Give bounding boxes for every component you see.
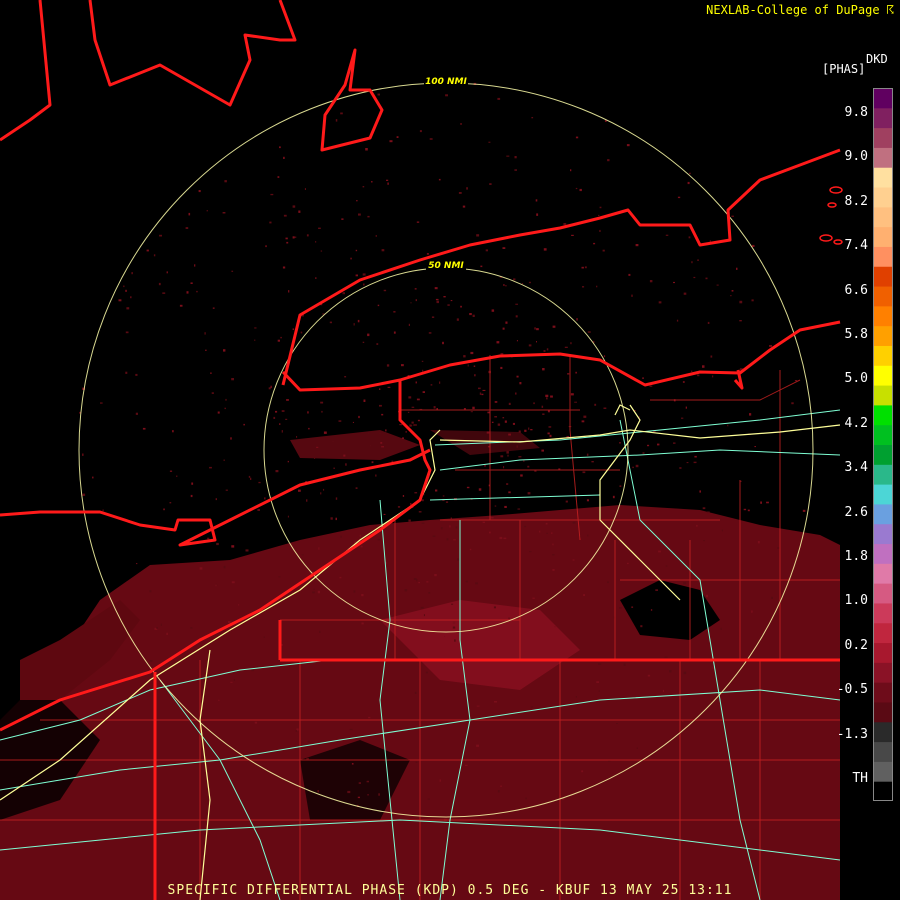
color-scale-swatch	[873, 781, 893, 801]
color-scale-swatch	[873, 484, 893, 505]
color-scale-swatch	[873, 404, 893, 426]
color-scale-swatch	[873, 385, 893, 406]
color-scale-swatch	[873, 88, 893, 109]
color-scale-swatch	[873, 583, 893, 604]
color-scale-swatch	[873, 127, 893, 148]
color-scale-swatch	[873, 365, 893, 386]
color-scale-swatch	[873, 345, 893, 366]
color-scale-swatch	[873, 246, 893, 267]
color-scale-label: 5.8	[844, 327, 868, 342]
color-scale-swatch	[873, 543, 893, 564]
color-scale-swatch	[873, 622, 893, 644]
color-scale-swatch	[873, 563, 893, 584]
color-scale-label: 6.6	[844, 282, 868, 298]
radar-viewer: 50 NMI 100 NMI NEXLAB-College of DuPage …	[0, 0, 900, 900]
lake-ontario-south-shore	[281, 320, 841, 392]
color-scale-swatch	[873, 147, 893, 168]
radar-map[interactable]: 50 NMI 100 NMI	[0, 0, 900, 900]
lake-ontario-north-shore	[281, 148, 841, 386]
color-scale-bar	[873, 88, 893, 801]
color-scale-swatch	[873, 523, 893, 545]
color-scale-swatch	[873, 187, 893, 208]
color-scale-swatch	[873, 503, 893, 525]
color-scale-label: 3.4	[844, 460, 868, 476]
color-scale-label: 4.2	[844, 415, 868, 431]
color-scale-label: 2.6	[844, 504, 868, 520]
credit-label: NEXLAB-College of DuPage ☈	[706, 3, 894, 17]
color-scale-label: 9.8	[844, 105, 868, 120]
color-scale-label: 5.0	[844, 371, 868, 387]
color-scale-label: -0.5	[836, 682, 868, 698]
color-scale-swatch	[873, 325, 893, 346]
color-scale-swatch	[873, 701, 893, 723]
canada-inland-2	[88, 0, 297, 107]
color-scale-label: 7.4	[844, 238, 868, 254]
color-scale-swatch	[873, 226, 893, 247]
units-label: [PHAS]	[822, 62, 866, 76]
color-scale-swatch	[873, 444, 893, 465]
color-scale-label: 1.8	[844, 549, 868, 564]
product-caption: SPECIFIC DIFFERENTIAL PHASE (KDP) 0.5 DE…	[167, 883, 733, 898]
color-scale-label: TH	[852, 771, 868, 786]
color-scale-swatch	[873, 602, 893, 624]
color-scale-label: 9.0	[844, 149, 868, 165]
color-scale-swatch	[873, 424, 893, 445]
canada-inland	[0, 0, 52, 142]
color-scale-swatch	[873, 266, 893, 287]
color-scale-label: 8.2	[844, 193, 868, 209]
color-scale-swatch	[873, 741, 893, 762]
color-scale-label: 0.2	[844, 637, 868, 653]
range-ring-label-50: 50 NMI	[428, 261, 464, 271]
color-scale-label: 1.0	[844, 593, 868, 609]
precip-band-lake	[290, 430, 420, 460]
island-north	[320, 48, 384, 152]
color-scale-swatch	[873, 464, 893, 485]
color-scale-swatch	[873, 107, 893, 129]
color-scale-swatch	[873, 167, 893, 188]
color-scale-swatch	[873, 761, 893, 782]
color-scale-swatch	[873, 305, 893, 327]
color-scale-swatch	[873, 721, 893, 743]
color-scale-swatch	[873, 682, 893, 703]
range-ring-label-100: 100 NMI	[425, 77, 467, 87]
color-scale-label: -1.3	[836, 726, 868, 742]
color-scale-swatch	[873, 286, 893, 307]
color-scale-swatch	[873, 662, 893, 683]
color-scale-swatch	[873, 206, 893, 228]
color-scale-swatch	[873, 642, 893, 663]
product-code-label: DKD	[866, 52, 888, 66]
